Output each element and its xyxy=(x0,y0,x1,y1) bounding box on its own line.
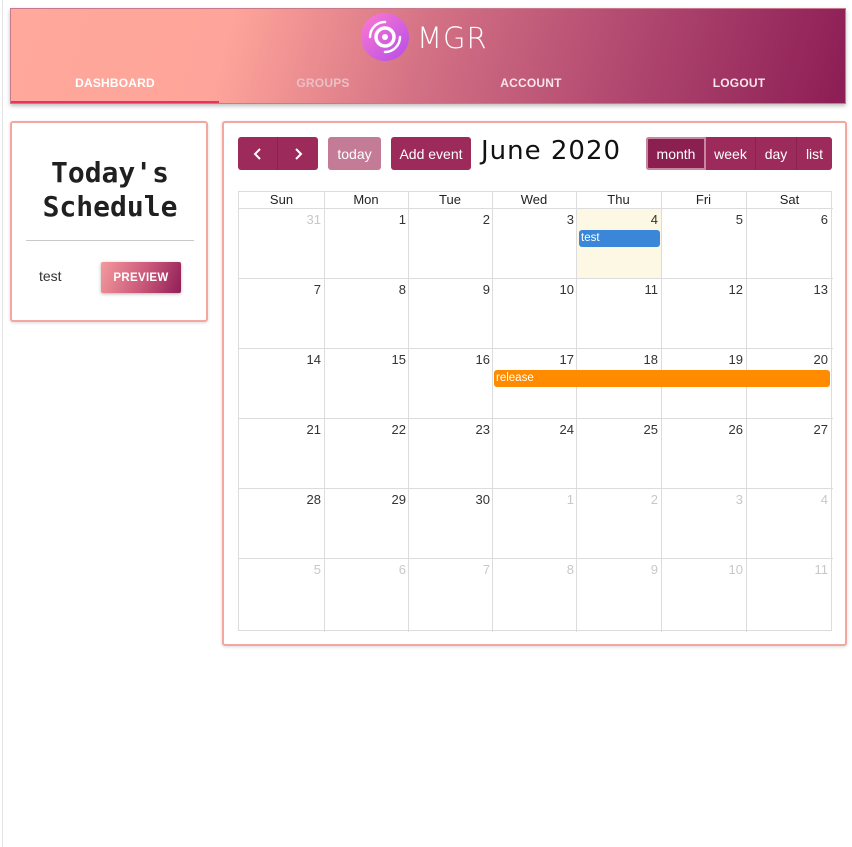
month-grid: Sun Mon Tue Wed Thu Fri Sat 31 1 2 3 4 5… xyxy=(238,191,833,632)
day-cell-number[interactable]: 6 xyxy=(328,562,406,577)
day-cell-number[interactable]: 7 xyxy=(243,282,321,297)
day-cell-number[interactable]: 14 xyxy=(243,352,321,367)
chevron-left-icon xyxy=(253,147,261,160)
day-cell-number[interactable]: 3 xyxy=(665,492,743,507)
weekday-fri: Fri xyxy=(695,192,712,207)
day-cell-number[interactable]: 5 xyxy=(665,212,743,227)
day-cell-number[interactable]: 13 xyxy=(750,282,828,297)
day-cell-number[interactable]: 4 xyxy=(750,492,828,507)
day-cell-number[interactable]: 23 xyxy=(412,422,490,437)
prev-month-button[interactable] xyxy=(238,137,277,170)
day-cell-number[interactable]: 4 xyxy=(580,212,658,227)
view-list-button[interactable]: list xyxy=(796,137,832,170)
preview-button[interactable]: PREVIEW xyxy=(101,262,181,293)
today-button[interactable]: today xyxy=(328,137,381,170)
view-week-button[interactable]: week xyxy=(706,137,755,170)
day-cell-number[interactable]: 25 xyxy=(580,422,658,437)
view-month-button[interactable]: month xyxy=(646,137,706,170)
day-cell-number[interactable]: 1 xyxy=(328,212,406,227)
todays-schedule-card: Today's Schedule test PREVIEW xyxy=(10,121,208,322)
day-cell-number[interactable]: 2 xyxy=(580,492,658,507)
next-month-button[interactable] xyxy=(277,137,318,170)
day-cell-number[interactable]: 30 xyxy=(412,492,490,507)
day-cell-number[interactable]: 11 xyxy=(750,562,829,577)
day-cell-number[interactable]: 19 xyxy=(665,352,743,367)
day-cell-number[interactable]: 24 xyxy=(496,422,574,437)
calendar-card: today Add event June 2020 month week day… xyxy=(222,121,847,646)
add-event-button[interactable]: Add event xyxy=(391,137,471,170)
day-cell-number[interactable]: 1 xyxy=(496,492,574,507)
day-cell-number[interactable]: 26 xyxy=(665,422,743,437)
weekday-mon: Mon xyxy=(353,192,379,207)
day-cell-number[interactable]: 29 xyxy=(328,492,406,507)
divider xyxy=(26,240,194,241)
day-cell-number[interactable]: 5 xyxy=(243,562,321,577)
app-bar: MGR DASHBOARD GROUPS ACCOUNT LOGOUT xyxy=(10,8,846,104)
day-cell-number[interactable]: 27 xyxy=(750,422,828,437)
weekday-sun: Sun xyxy=(269,192,294,207)
calendar-title: June 2020 xyxy=(481,136,622,166)
event-test[interactable]: test xyxy=(579,230,660,247)
nav-groups[interactable]: GROUPS xyxy=(219,76,427,90)
left-edge-line xyxy=(2,0,3,847)
day-cell-number[interactable]: 31 xyxy=(243,212,321,227)
view-day-button[interactable]: day xyxy=(755,137,796,170)
day-cell-number[interactable]: 28 xyxy=(243,492,321,507)
day-cell-number[interactable]: 9 xyxy=(580,562,658,577)
weekday-tue: Tue xyxy=(439,192,461,207)
day-cell-number[interactable]: 12 xyxy=(665,282,743,297)
chevron-right-icon xyxy=(295,147,303,160)
brand-name: MGR xyxy=(417,21,488,55)
weekday-sat: Sat xyxy=(779,192,800,207)
day-cell-number[interactable]: 10 xyxy=(496,282,574,297)
nav-logout[interactable]: LOGOUT xyxy=(635,76,843,90)
day-cell-number[interactable]: 3 xyxy=(496,212,574,227)
day-cell-number[interactable]: 6 xyxy=(750,212,828,227)
schedule-item-name: test xyxy=(39,268,62,284)
day-cell-number[interactable]: 20 xyxy=(750,352,828,367)
day-cell-number[interactable]: 10 xyxy=(665,562,743,577)
day-cell-number[interactable]: 9 xyxy=(412,282,490,297)
day-cell-number[interactable]: 7 xyxy=(412,562,490,577)
day-cell-number[interactable]: 15 xyxy=(328,352,406,367)
nav-dashboard[interactable]: DASHBOARD xyxy=(11,76,219,90)
day-cell-number[interactable]: 22 xyxy=(328,422,406,437)
day-cell-number[interactable]: 8 xyxy=(328,282,406,297)
day-cell-number[interactable]: 11 xyxy=(580,282,659,297)
weekday-thu: Thu xyxy=(607,192,630,207)
event-release[interactable]: release xyxy=(494,370,830,387)
vinyl-record-logo-icon xyxy=(361,13,409,61)
weekday-wed: Wed xyxy=(520,192,548,207)
schedule-title: Today's Schedule xyxy=(12,156,208,224)
day-cell-number[interactable]: 18 xyxy=(580,352,658,367)
schedule-title-line2: Schedule xyxy=(42,190,178,223)
day-cell-number[interactable]: 16 xyxy=(412,352,490,367)
day-cell-number[interactable]: 8 xyxy=(496,562,574,577)
day-cell-number[interactable]: 2 xyxy=(412,212,490,227)
schedule-title-line1: Today's xyxy=(50,156,169,189)
day-cell-number[interactable]: 21 xyxy=(243,422,321,437)
day-cell-number[interactable]: 17 xyxy=(496,352,574,367)
nav-account[interactable]: ACCOUNT xyxy=(427,76,635,90)
nav-active-indicator xyxy=(11,101,219,103)
